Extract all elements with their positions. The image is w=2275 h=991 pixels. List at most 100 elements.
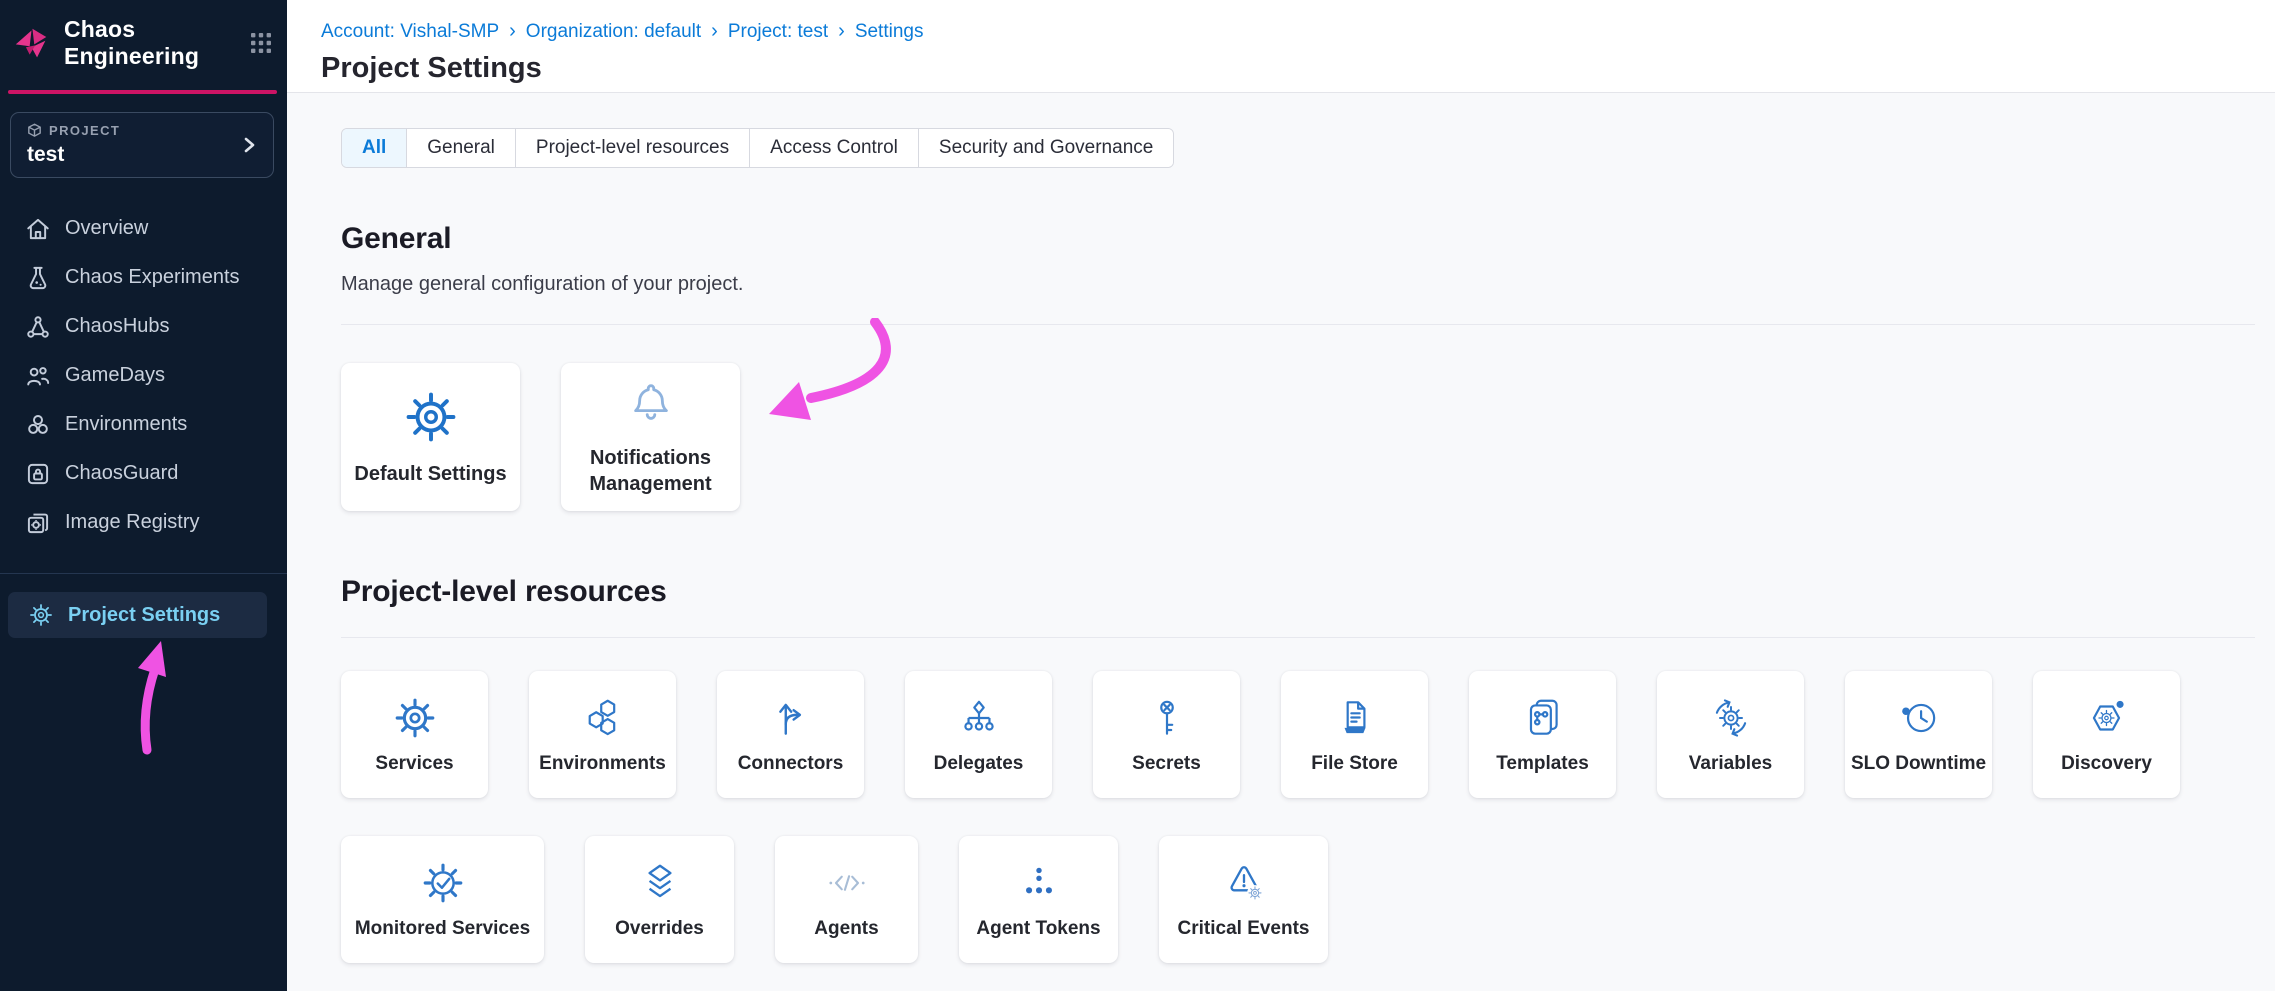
stacked-cards-icon bbox=[1520, 695, 1566, 741]
card-label: Agent Tokens bbox=[976, 918, 1100, 940]
annotation-arrow-up-icon bbox=[120, 636, 180, 756]
card-notifications-management[interactable]: Notifications Management bbox=[561, 363, 740, 511]
sidebar-item-label: Overview bbox=[65, 217, 148, 240]
resource-card-overrides[interactable]: Overrides bbox=[585, 836, 734, 963]
code-brackets-icon bbox=[824, 860, 870, 906]
flask-icon bbox=[25, 265, 51, 291]
gear-sync-icon bbox=[1708, 695, 1754, 741]
org-chart-icon bbox=[956, 695, 1002, 741]
card-label: Monitored Services bbox=[355, 918, 530, 940]
hexagons-icon bbox=[580, 695, 626, 741]
resource-card-delegates[interactable]: Delegates bbox=[905, 671, 1052, 798]
sidebar-item-environments[interactable]: Environments bbox=[0, 400, 287, 449]
sidebar-item-image-registry[interactable]: Image Registry bbox=[0, 498, 287, 547]
chaos-engineering-logo-icon bbox=[13, 25, 50, 62]
tab-general[interactable]: General bbox=[406, 129, 515, 167]
main-area: Account: Vishal-SMP › Organization: defa… bbox=[287, 0, 2275, 991]
gear-icon bbox=[28, 602, 54, 628]
sidebar-item-overview[interactable]: Overview bbox=[0, 204, 287, 253]
resource-card-templates[interactable]: Templates bbox=[1469, 671, 1616, 798]
gear-icon bbox=[402, 388, 460, 446]
general-section-description: Manage general configuration of your pro… bbox=[341, 273, 2255, 296]
box-gear-icon bbox=[25, 510, 51, 536]
breadcrumb-separator: › bbox=[838, 20, 845, 43]
card-label: Secrets bbox=[1132, 753, 1201, 775]
card-label: Variables bbox=[1689, 753, 1772, 775]
hexagon-gear-icon bbox=[2084, 695, 2130, 741]
project-name: test bbox=[27, 143, 259, 167]
document-store-icon bbox=[1332, 695, 1378, 741]
project-selector-label: PROJECT bbox=[49, 123, 120, 138]
sidebar-item-chaosguard[interactable]: ChaosGuard bbox=[0, 449, 287, 498]
card-label: Critical Events bbox=[1178, 918, 1310, 940]
sidebar-item-label: Environments bbox=[65, 413, 187, 436]
resource-card-slo-downtime[interactable]: SLO Downtime bbox=[1845, 671, 1992, 798]
breadcrumb-account[interactable]: Account: Vishal-SMP bbox=[321, 21, 499, 43]
tab-all[interactable]: All bbox=[342, 129, 406, 167]
card-default-settings[interactable]: Default Settings bbox=[341, 363, 520, 511]
brand-header: Chaos Engineering bbox=[0, 0, 287, 84]
resources-section-title: Project-level resources bbox=[341, 575, 2255, 609]
resource-card-variables[interactable]: Variables bbox=[1657, 671, 1804, 798]
settings-filter-tabs: All General Project-level resources Acce… bbox=[341, 128, 1174, 168]
general-section-title: General bbox=[341, 222, 2255, 256]
breadcrumb: Account: Vishal-SMP › Organization: defa… bbox=[321, 20, 2275, 43]
hub-network-icon bbox=[25, 314, 51, 340]
card-label: Notifications Management bbox=[561, 445, 740, 497]
resource-card-monitored-services[interactable]: Monitored Services bbox=[341, 836, 544, 963]
resource-card-agent-tokens[interactable]: Agent Tokens bbox=[959, 836, 1118, 963]
sidebar-item-label: Chaos Experiments bbox=[65, 266, 240, 289]
resource-card-environments[interactable]: Environments bbox=[529, 671, 676, 798]
bell-icon bbox=[625, 378, 677, 430]
tab-security-and-governance[interactable]: Security and Governance bbox=[918, 129, 1173, 167]
breadcrumb-separator: › bbox=[711, 20, 718, 43]
resource-cards-row-2: Monitored Services Overrides bbox=[341, 836, 2255, 963]
clock-icon bbox=[1896, 695, 1942, 741]
module-switcher-grid-icon[interactable] bbox=[249, 31, 273, 55]
key-icon bbox=[1144, 695, 1190, 741]
sidebar-item-label: GameDays bbox=[65, 364, 165, 387]
card-label: Environments bbox=[539, 753, 666, 775]
sidebar-item-label: Image Registry bbox=[65, 511, 200, 534]
cube-icon bbox=[27, 123, 42, 138]
gear-check-icon bbox=[420, 860, 466, 906]
card-label: Services bbox=[375, 753, 453, 775]
sidebar-item-chaoshubs[interactable]: ChaosHubs bbox=[0, 302, 287, 351]
card-label: Default Settings bbox=[344, 461, 516, 487]
breadcrumb-separator: › bbox=[509, 20, 516, 43]
gear-icon bbox=[392, 695, 438, 741]
sidebar-item-gamedays[interactable]: GameDays bbox=[0, 351, 287, 400]
card-label: SLO Downtime bbox=[1851, 753, 1986, 775]
app-title: Chaos Engineering bbox=[64, 16, 249, 70]
resource-card-file-store[interactable]: File Store bbox=[1281, 671, 1428, 798]
breadcrumb-project[interactable]: Project: test bbox=[728, 21, 828, 43]
resource-card-services[interactable]: Services bbox=[341, 671, 488, 798]
chaos-engineering-app: Chaos Engineering PROJECT bbox=[0, 0, 2275, 991]
resource-card-connectors[interactable]: Connectors bbox=[717, 671, 864, 798]
sidebar-item-project-settings[interactable]: Project Settings bbox=[8, 592, 267, 638]
sidebar-item-label: ChaosGuard bbox=[65, 462, 178, 485]
card-label: Discovery bbox=[2061, 753, 2152, 775]
sidebar-item-label: Project Settings bbox=[68, 604, 220, 627]
resource-card-agents[interactable]: Agents bbox=[775, 836, 918, 963]
sidebar-item-chaos-experiments[interactable]: Chaos Experiments bbox=[0, 253, 287, 302]
tab-access-control[interactable]: Access Control bbox=[749, 129, 918, 167]
warning-gear-icon bbox=[1221, 860, 1267, 906]
page-header: Account: Vishal-SMP › Organization: defa… bbox=[287, 0, 2275, 93]
resource-cards-row-1: Services Environments bbox=[341, 671, 2255, 798]
tab-project-level-resources[interactable]: Project-level resources bbox=[515, 129, 749, 167]
branch-arrows-icon bbox=[768, 695, 814, 741]
card-label: Connectors bbox=[738, 753, 844, 775]
sidebar-item-label: ChaosHubs bbox=[65, 315, 170, 338]
section-divider bbox=[341, 324, 2255, 325]
resource-card-critical-events[interactable]: Critical Events bbox=[1159, 836, 1328, 963]
breadcrumb-organization[interactable]: Organization: default bbox=[526, 21, 701, 43]
resource-card-secrets[interactable]: Secrets bbox=[1093, 671, 1240, 798]
lock-square-icon bbox=[25, 461, 51, 487]
card-label: Templates bbox=[1496, 753, 1589, 775]
project-selector[interactable]: PROJECT test bbox=[10, 112, 274, 178]
sidebar-divider bbox=[0, 573, 287, 574]
breadcrumb-settings[interactable]: Settings bbox=[855, 21, 924, 43]
settings-content: All General Project-level resources Acce… bbox=[287, 93, 2275, 963]
resource-card-discovery[interactable]: Discovery bbox=[2033, 671, 2180, 798]
